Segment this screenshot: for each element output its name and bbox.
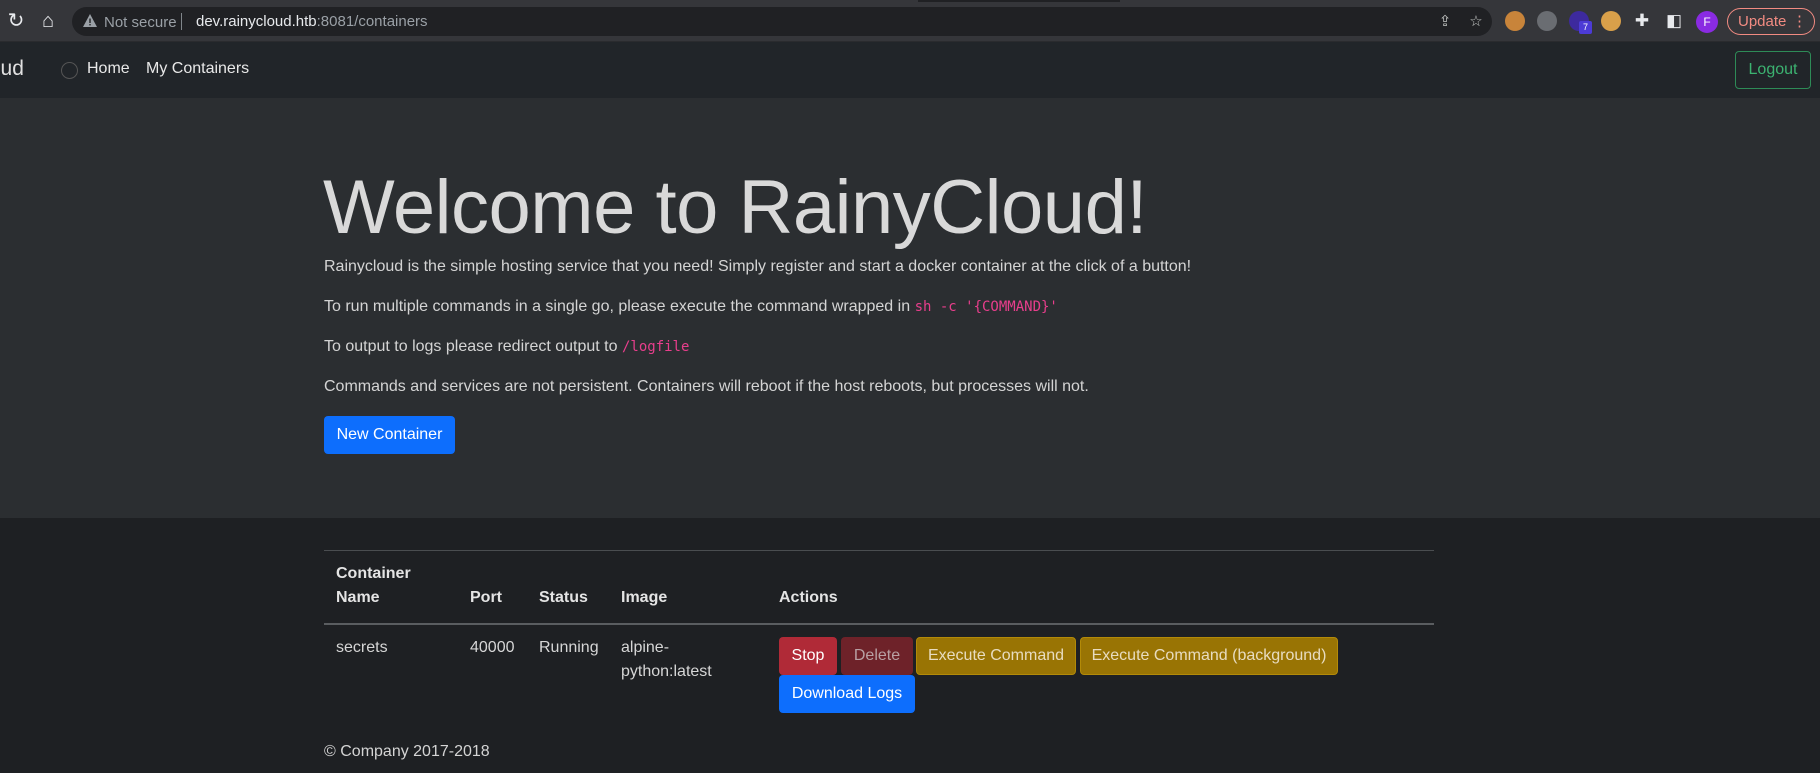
- extension-badge-icon[interactable]: 7: [1569, 11, 1592, 34]
- col-header-port: Port: [470, 589, 502, 606]
- logfile-code: /logfile: [621, 339, 690, 355]
- new-container-button[interactable]: New Container: [324, 416, 455, 454]
- footer-copyright: © Company 2017-2018: [324, 743, 490, 760]
- extension-icon-1[interactable]: [1505, 11, 1525, 31]
- hero-section: Welcome to RainyCloud! Rainycloud is the…: [0, 98, 1820, 518]
- logs-text: To output to logs please redirect output…: [324, 338, 689, 356]
- update-button[interactable]: Update ⋮: [1727, 8, 1815, 35]
- delete-button[interactable]: Delete: [841, 637, 913, 675]
- container-image-line2: python:latest: [621, 663, 712, 680]
- bookmark-star-icon[interactable]: ☆: [1466, 12, 1486, 32]
- col-header-name-line1: Container: [336, 565, 411, 582]
- url-text[interactable]: dev.rainycloud.htb:8081/containers: [196, 13, 428, 30]
- container-port: 40000: [470, 639, 515, 656]
- browser-toolbar: ↻ ⌂ Not secure dev.rainycloud.htb:8081/c…: [0, 0, 1820, 42]
- stop-button[interactable]: Stop: [779, 637, 837, 675]
- extension-badge-count: 7: [1579, 21, 1592, 34]
- site-navbar: Cloud Home My Containers Logout: [0, 42, 1820, 98]
- download-logs-button[interactable]: Download Logs: [779, 675, 915, 713]
- security-label: Not secure: [104, 14, 177, 31]
- table-top-border: [324, 550, 1434, 551]
- execute-command-button[interactable]: Execute Command: [916, 637, 1076, 675]
- url-host: dev.rainycloud.htb: [196, 13, 317, 30]
- page-title: Welcome to RainyCloud!: [323, 165, 1147, 250]
- persistence-note: Commands and services are not persistent…: [324, 378, 1089, 395]
- address-bar[interactable]: Not secure dev.rainycloud.htb:8081/conta…: [72, 7, 1492, 36]
- warning-icon: [83, 14, 97, 27]
- puzzle-extensions-icon[interactable]: ✚: [1630, 9, 1654, 33]
- update-label: Update: [1738, 13, 1787, 30]
- col-header-actions: Actions: [779, 589, 838, 606]
- container-status: Running: [539, 639, 599, 656]
- home-icon[interactable]: ⌂: [36, 9, 60, 33]
- col-header-status: Status: [539, 589, 588, 606]
- brand-name[interactable]: Cloud: [0, 57, 24, 81]
- multi-command-text: To run multiple commands in a single go,…: [324, 298, 1058, 316]
- logout-button[interactable]: Logout: [1735, 51, 1811, 89]
- container-image: alpine- python:latest: [621, 636, 712, 684]
- intro-text: Rainycloud is the simple hosting service…: [324, 258, 1192, 275]
- logs-label: To output to logs please redirect output…: [324, 338, 618, 355]
- share-icon[interactable]: ⇪: [1435, 12, 1455, 32]
- nav-my-containers[interactable]: My Containers: [146, 60, 249, 78]
- kebab-menu-icon: ⋮: [1792, 13, 1807, 30]
- reload-icon[interactable]: ↻: [4, 9, 28, 33]
- url-path: :8081/containers: [316, 13, 428, 30]
- profile-avatar[interactable]: F: [1696, 11, 1718, 33]
- cloud-logo-icon: [61, 62, 78, 79]
- table-header-border: [324, 623, 1434, 625]
- execute-command-background-button[interactable]: Execute Command (background): [1080, 637, 1338, 675]
- command-code: sh -c '{COMMAND}': [914, 299, 1058, 315]
- omnibox-divider: [181, 13, 182, 30]
- container-image-line1: alpine-: [621, 639, 670, 656]
- container-name: secrets: [336, 639, 388, 656]
- col-header-name-line2: Name: [336, 589, 380, 606]
- multi-command-label: To run multiple commands in a single go,…: [324, 298, 911, 315]
- col-header-name: Container Name: [336, 562, 411, 610]
- cookie-icon[interactable]: [1601, 11, 1621, 31]
- nav-home[interactable]: Home: [87, 60, 130, 78]
- extension-spy-icon[interactable]: [1537, 11, 1557, 31]
- side-panel-icon[interactable]: ◧: [1662, 9, 1686, 33]
- tab-strip: [0, 0, 1820, 2]
- col-header-image: Image: [621, 589, 668, 606]
